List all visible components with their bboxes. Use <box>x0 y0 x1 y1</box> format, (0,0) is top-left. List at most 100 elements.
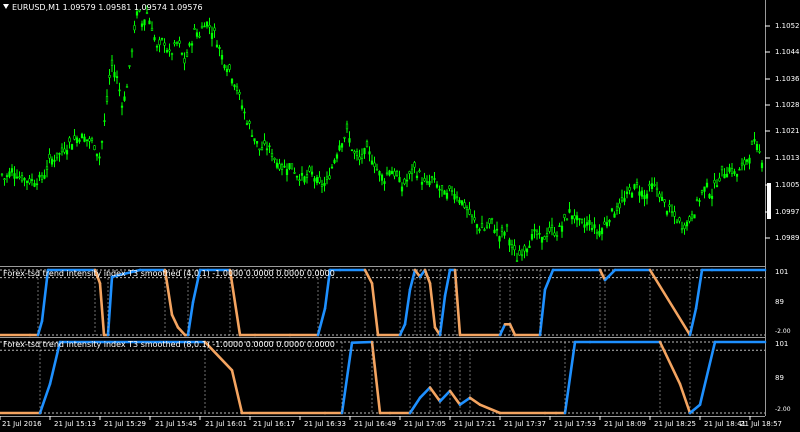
chart-canvas[interactable] <box>0 0 800 432</box>
candle-body <box>678 217 681 222</box>
candle-body <box>738 168 741 171</box>
candle-body <box>243 111 246 114</box>
candle-body <box>320 184 324 187</box>
candle-body <box>193 27 196 30</box>
candle-body <box>73 135 76 140</box>
candle-body <box>620 197 624 202</box>
candle-body <box>508 239 511 246</box>
candle-body <box>133 25 136 31</box>
candle-body <box>690 213 694 219</box>
candle-body <box>553 232 556 236</box>
candle-body <box>540 236 544 243</box>
candle-body <box>555 235 559 237</box>
candle-body <box>313 178 316 182</box>
candle-body <box>245 123 249 125</box>
candle-body <box>478 228 481 232</box>
candle-body <box>305 174 309 178</box>
candle-body <box>218 46 221 49</box>
candle-body <box>433 178 436 180</box>
symbol-header[interactable]: EURUSD,M1 1.09579 1.09581 1.09574 1.0957… <box>3 3 203 12</box>
candle-body <box>215 44 219 48</box>
ind1-level-101: 101 <box>775 268 789 276</box>
candle-body <box>378 171 381 176</box>
indicator-segment <box>498 322 507 337</box>
chart-window: EURUSD,M1 1.09579 1.09581 1.09574 1.0957… <box>0 0 800 432</box>
candle-body <box>680 228 684 231</box>
price-label: 1.10528 <box>775 22 800 30</box>
price-label: 1.10133 <box>775 154 800 162</box>
indicator-segment <box>678 382 692 415</box>
indicator-segment <box>443 268 452 298</box>
candle-body <box>50 158 54 165</box>
candle-body <box>575 215 579 221</box>
candle-body <box>428 181 431 186</box>
candle-body <box>288 163 291 169</box>
time-label: 21 Jul 16:17 <box>253 420 295 428</box>
candle-body <box>125 86 129 88</box>
candle-body <box>315 177 319 184</box>
time-label: 21 Jul 15:13 <box>54 420 96 428</box>
dropdown-triangle-icon[interactable] <box>3 4 9 9</box>
candle-body <box>63 148 66 153</box>
candle-body <box>493 229 496 234</box>
indicator-segment <box>228 268 242 337</box>
candle-body <box>120 105 124 108</box>
indicator-segment <box>458 396 472 407</box>
candle-body <box>645 193 649 199</box>
candle-body <box>535 230 539 236</box>
candle-body <box>143 19 146 26</box>
candle-body <box>188 43 191 46</box>
candle-body <box>38 174 41 178</box>
candle-body <box>755 144 759 151</box>
candle-body <box>685 221 689 227</box>
time-label: 21 Jul 15:29 <box>104 420 146 428</box>
candle-body <box>525 248 529 253</box>
candle-body <box>740 162 744 166</box>
time-label: 21 Jul 17:37 <box>504 420 546 428</box>
time-label: 21 Jul 18:57 <box>740 420 782 428</box>
candle-body <box>123 96 126 101</box>
candle-body <box>278 163 281 170</box>
price-label: 1.09893 <box>775 234 800 242</box>
candle-body <box>393 170 396 177</box>
candle-body <box>173 42 176 45</box>
candle-body <box>70 144 74 150</box>
candle-body <box>118 89 121 92</box>
indicator-segment <box>36 319 44 337</box>
candle-body <box>40 175 44 180</box>
candle-body <box>113 72 116 78</box>
candle-body <box>590 228 594 230</box>
candle-body <box>723 174 726 179</box>
indicator-segment <box>418 386 432 400</box>
candle-body <box>440 185 444 191</box>
candle-body <box>178 40 181 44</box>
candle-body <box>225 68 229 73</box>
candle-body <box>500 227 504 232</box>
candle-body <box>183 58 186 64</box>
candle-body <box>395 171 399 177</box>
candle-body <box>290 163 294 170</box>
candle-body <box>410 168 414 175</box>
candle-body <box>75 137 79 144</box>
candle-body <box>130 49 134 53</box>
candle-body <box>670 211 674 213</box>
candle-body <box>418 170 421 172</box>
candle-body <box>365 141 369 148</box>
candlestick-series <box>0 5 764 263</box>
candle-body <box>485 225 489 229</box>
indicator-segment <box>438 389 452 403</box>
candle-body <box>593 224 596 229</box>
candle-body <box>30 179 34 181</box>
candle-body <box>450 190 454 192</box>
candle-body <box>170 53 174 55</box>
candle-body <box>400 186 404 192</box>
indicator2-plot <box>0 340 767 415</box>
candle-body <box>718 177 721 182</box>
indicator-segment <box>408 396 422 415</box>
candle-body <box>653 184 656 186</box>
indicator-segment <box>694 268 704 310</box>
candle-body <box>60 147 64 153</box>
candle-body <box>85 139 89 141</box>
candle-body <box>668 204 671 207</box>
indicator-segment <box>603 268 617 282</box>
